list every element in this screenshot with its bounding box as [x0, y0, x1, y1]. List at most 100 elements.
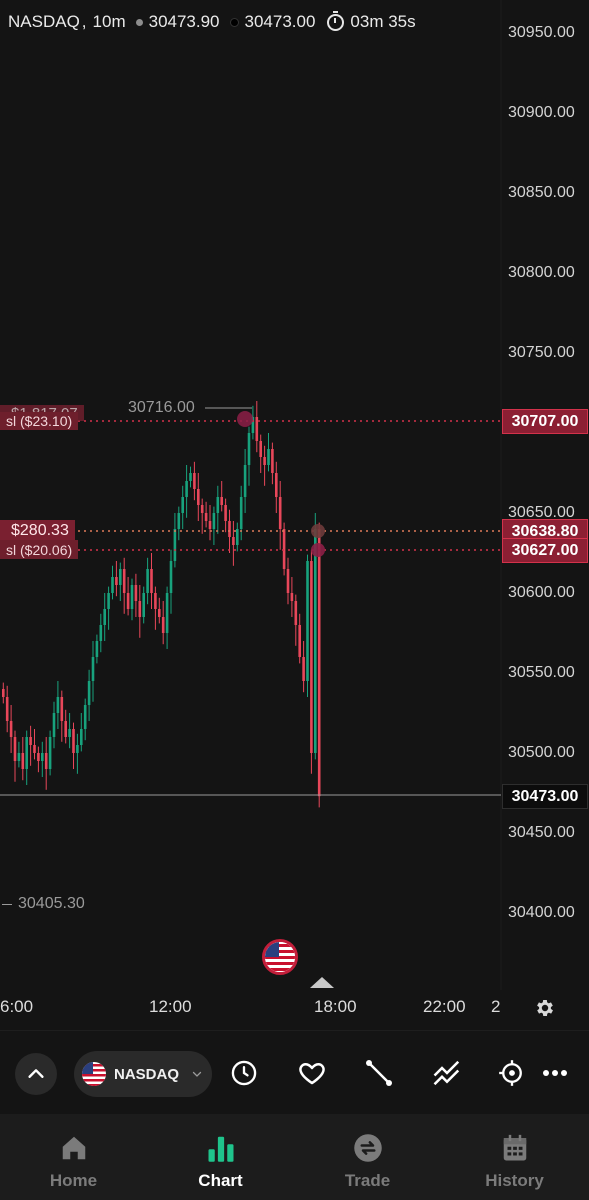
candle-body: [56, 697, 60, 713]
position-2-sl-label[interactable]: sl ($20.06): [0, 540, 79, 559]
candle-body: [290, 593, 294, 601]
candle-body: [169, 561, 173, 593]
candle-body: [220, 497, 223, 505]
ask-price: 30473.00: [244, 12, 316, 31]
candle-body: [189, 473, 192, 481]
candle-body: [181, 497, 184, 513]
candle-body: [126, 593, 130, 609]
candle-body: [243, 465, 247, 497]
interval-label[interactable]: 10m: [93, 12, 126, 32]
chart-icon: [205, 1132, 237, 1164]
countdown-timer: 03m 35s: [350, 12, 416, 31]
parallel-channel-tool[interactable]: [425, 1051, 469, 1095]
candle-body: [275, 473, 278, 497]
candle-body: [25, 737, 28, 769]
favorite-button[interactable]: [290, 1051, 334, 1095]
current-price-tag: 30473.00: [502, 784, 588, 809]
candle-body: [271, 449, 274, 473]
candle-body: [33, 745, 36, 753]
nav-item-trade[interactable]: Trade: [294, 1114, 441, 1200]
price-axis-label: 30750.00: [508, 344, 575, 361]
candle-body: [44, 753, 48, 769]
sl-marker: [311, 543, 325, 557]
chart-area[interactable]: NASDAQ , 10m 30473.90 30473.00 03m 35s 3…: [0, 0, 589, 1030]
home-icon: [58, 1132, 90, 1164]
time-axis-label: 6:00: [0, 997, 34, 1016]
price-axis-label: 30800.00: [508, 264, 575, 281]
timeframe-button[interactable]: [222, 1051, 266, 1095]
candle-body: [294, 601, 298, 625]
symbol-selector[interactable]: NASDAQ: [74, 1051, 212, 1097]
candle-body: [200, 505, 204, 513]
gear-icon[interactable]: [534, 997, 556, 1019]
candle-body: [142, 593, 145, 617]
price-axis-label: 30400.00: [508, 904, 575, 921]
collapse-button[interactable]: [15, 1053, 57, 1095]
price-axis-label: 30850.00: [508, 184, 575, 201]
candle-body: [208, 521, 212, 529]
nav-item-chart[interactable]: Chart: [147, 1114, 294, 1200]
candle-body: [197, 489, 200, 505]
chevron-up-icon: [28, 1069, 44, 1078]
candle-body: [212, 513, 216, 529]
time-axis-label: 2: [491, 997, 501, 1016]
tp-price-tag[interactable]: 30707.00: [502, 409, 588, 434]
ask-dot: [229, 17, 239, 27]
sl-price-tag[interactable]: 30627.00: [502, 538, 588, 563]
candle-body: [107, 593, 110, 609]
price-alert-tool[interactable]: [490, 1051, 534, 1095]
price-axis-label: 30600.00: [508, 584, 575, 601]
nav-item-history[interactable]: History: [441, 1114, 588, 1200]
candle-body: [263, 457, 266, 465]
high-price-marker: 30716.00: [128, 399, 195, 416]
candlestick-chart[interactable]: [0, 0, 589, 1030]
candle-body: [236, 529, 239, 545]
candle-body: [41, 753, 44, 761]
candle-body: [99, 625, 103, 641]
symbol-selector-label: NASDAQ: [114, 1065, 180, 1083]
candle-body: [76, 745, 79, 753]
candle-body: [64, 721, 67, 737]
candle-body: [278, 497, 282, 529]
candle-body: [317, 529, 321, 797]
us-flag-icon[interactable]: [262, 939, 298, 975]
price-axis-label: 30500.00: [508, 744, 575, 761]
candle-body: [48, 737, 52, 769]
candle-body: [119, 569, 122, 585]
candle-body: [17, 753, 21, 761]
price-axis-label: 30900.00: [508, 104, 575, 121]
candle-body: [158, 609, 161, 617]
time-axis-label: 18:00: [314, 997, 357, 1016]
candle-body: [2, 689, 5, 697]
more-button[interactable]: [533, 1051, 577, 1095]
app-screen: NASDAQ , 10m 30473.90 30473.00 03m 35s 3…: [0, 0, 589, 1200]
trend-line-tool[interactable]: [357, 1051, 401, 1095]
candle-body: [29, 737, 32, 745]
position-2-profit[interactable]: $280.33: [0, 520, 75, 541]
low-marker-dash: [2, 904, 12, 905]
candle-body: [9, 721, 13, 737]
candle-body: [138, 601, 142, 617]
candle-body: [95, 641, 99, 657]
entry-marker: [311, 524, 325, 538]
candle-body: [83, 705, 87, 729]
candle-body: [130, 585, 134, 609]
candle-body: [232, 537, 235, 545]
candle-body: [13, 737, 17, 761]
candle-body: [177, 513, 181, 529]
position-1-sl-label[interactable]: sl ($23.10): [0, 412, 79, 430]
candle-body: [87, 681, 91, 705]
candle-body: [228, 521, 231, 537]
candle-body: [68, 729, 71, 737]
candle-body: [193, 473, 196, 489]
nav-item-home[interactable]: Home: [0, 1114, 147, 1200]
candle-body: [267, 449, 270, 465]
candle-body: [298, 625, 301, 657]
chart-toolbar: NASDAQ: [0, 1030, 589, 1115]
clock-icon: [231, 1060, 257, 1086]
candle-body: [21, 753, 25, 769]
trade-icon: [352, 1132, 384, 1164]
scroll-handle-icon[interactable]: [310, 977, 334, 988]
candle-body: [282, 529, 286, 569]
nav-label: Trade: [344, 1171, 391, 1190]
